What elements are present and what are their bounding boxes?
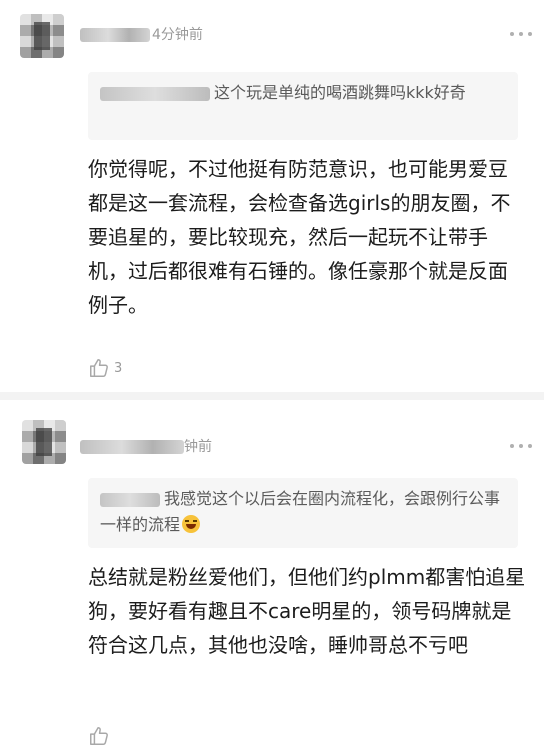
comment-body: 你觉得呢，不过他挺有防范意识，也可能男爱豆都是这一套流程，会检查备选girls的… bbox=[88, 157, 511, 317]
avatar[interactable] bbox=[22, 420, 66, 464]
thumbs-up-icon bbox=[90, 727, 108, 745]
comment-item: 钟前 我感觉这个以后会在圈内流程化，会跟例行公事一样的流程 总结就是粉丝爱他们，… bbox=[0, 400, 544, 754]
more-icon[interactable] bbox=[510, 442, 536, 450]
like-button[interactable]: 3 bbox=[88, 356, 122, 380]
username[interactable] bbox=[80, 440, 184, 454]
quoted-text: 这个玩是单纯的喝酒跳舞吗kkk好奇 bbox=[214, 83, 466, 102]
quoted-reply[interactable]: 我感觉这个以后会在圈内流程化，会跟例行公事一样的流程 bbox=[88, 478, 518, 548]
comment-time: 4分钟前 bbox=[152, 27, 203, 43]
quoted-reply[interactable]: 这个玩是单纯的喝酒跳舞吗kkk好奇 bbox=[88, 72, 518, 140]
comment-body: 总结就是粉丝爱他们，但他们约plmm都害怕追星狗，要好看有趣且不care明星的，… bbox=[88, 565, 526, 657]
like-count: 3 bbox=[114, 360, 123, 376]
comment-time: 钟前 bbox=[184, 439, 212, 455]
more-icon[interactable] bbox=[510, 30, 536, 38]
quoted-username bbox=[100, 492, 160, 507]
quoted-text: 我感觉这个以后会在圈内流程化，会跟例行公事一样的流程 bbox=[100, 489, 501, 534]
laughing-tears-emoji-icon bbox=[182, 515, 201, 533]
thumbs-up-icon bbox=[90, 359, 108, 377]
avatar[interactable] bbox=[20, 14, 64, 58]
divider bbox=[0, 392, 544, 400]
username[interactable] bbox=[80, 28, 150, 42]
quoted-username bbox=[100, 86, 210, 101]
like-button[interactable] bbox=[88, 724, 114, 748]
comment-item: 4分钟前 这个玩是单纯的喝酒跳舞吗kkk好奇 你觉得呢，不过他挺有防范意识，也可… bbox=[0, 0, 544, 392]
